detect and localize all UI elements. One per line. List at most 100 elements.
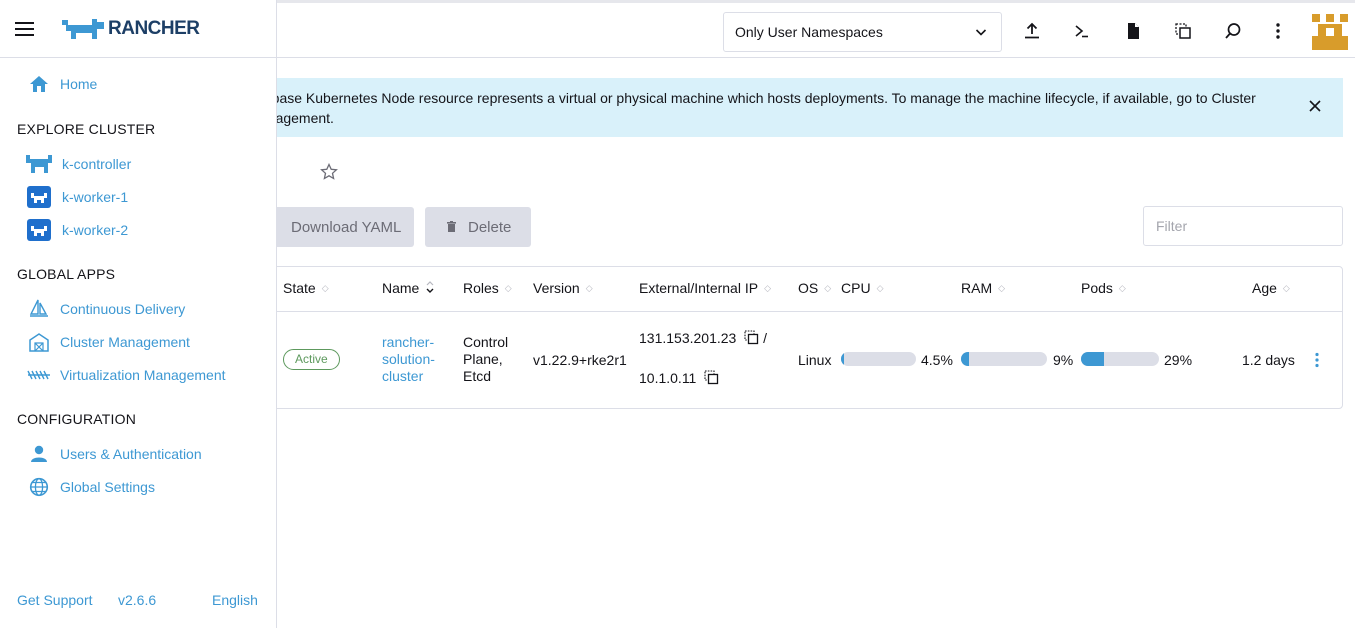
ram-percent: 9% bbox=[1053, 352, 1074, 368]
internal-ip: 10.1.0.11 bbox=[639, 370, 719, 388]
column-header-ram[interactable]: RAM ◇ bbox=[961, 280, 1005, 296]
sort-icon: ◇ bbox=[504, 282, 512, 293]
sort-icon: ◇ bbox=[1118, 282, 1126, 293]
barn-icon bbox=[26, 331, 52, 353]
rancher-cow-icon bbox=[62, 19, 104, 39]
cluster-name: k-controller bbox=[62, 156, 132, 172]
column-header-age[interactable]: Age ◇ bbox=[1252, 280, 1290, 296]
section-configuration: CONFIGURATION bbox=[17, 411, 137, 427]
node-os: Linux bbox=[798, 352, 832, 368]
home-icon bbox=[26, 73, 52, 95]
sort-icon: ◇ bbox=[876, 282, 884, 293]
sort-down-icon bbox=[425, 280, 435, 296]
node-version: v1.22.9+rke2r1 bbox=[533, 352, 627, 368]
column-header-ip[interactable]: External/Internal IP ◇ bbox=[639, 280, 771, 296]
namespace-select[interactable]: Only User Namespaces bbox=[723, 12, 1002, 52]
nav-cluster-management[interactable]: Cluster Management bbox=[26, 331, 190, 353]
chevron-down-icon bbox=[975, 25, 987, 43]
trash-icon bbox=[447, 219, 456, 236]
copy-icon[interactable] bbox=[744, 330, 759, 348]
pods-bar-fill bbox=[1081, 352, 1104, 366]
globe-icon bbox=[26, 476, 52, 498]
file-icon[interactable] bbox=[1122, 20, 1144, 42]
external-ip: 131.153.201.23 / bbox=[639, 330, 767, 348]
cluster-item-k-worker-2[interactable]: k-worker-2 bbox=[26, 219, 128, 241]
column-header-cpu[interactable]: CPU ◇ bbox=[841, 280, 883, 296]
cpu-bar bbox=[841, 352, 916, 366]
user-icon bbox=[26, 443, 52, 465]
nav-home-label: Home bbox=[60, 76, 98, 92]
namespace-select-value: Only User Namespaces bbox=[735, 24, 883, 40]
nodes-table: State ◇ Name Roles ◇ Version ◇ External/Int… bbox=[200, 266, 1343, 409]
pods-bar bbox=[1081, 352, 1159, 366]
cpu-percent: 4.5% bbox=[921, 352, 953, 368]
cluster-name: k-worker-1 bbox=[62, 189, 129, 205]
language-selector[interactable]: English bbox=[212, 592, 258, 608]
sort-icon: ◇ bbox=[1282, 282, 1290, 293]
sort-icon: ◇ bbox=[824, 282, 832, 293]
column-header-version[interactable]: Version ◇ bbox=[533, 280, 593, 296]
nav-label: Cluster Management bbox=[60, 334, 190, 350]
section-global-apps: GLOBAL APPS bbox=[17, 266, 116, 282]
cluster-name: k-worker-2 bbox=[62, 222, 129, 238]
info-banner: e base Kubernetes Node resource represen… bbox=[130, 78, 1343, 137]
external-ip-value: 131.153.201.23 bbox=[639, 330, 737, 346]
nav-label: Continuous Delivery bbox=[60, 301, 186, 317]
favorite-star-icon[interactable] bbox=[320, 162, 338, 186]
local-cluster-cow-icon bbox=[26, 153, 52, 175]
sort-icon: ◇ bbox=[321, 282, 329, 293]
ip-separator: / bbox=[763, 330, 767, 346]
pods-percent: 29% bbox=[1164, 352, 1193, 368]
sailboat-icon bbox=[26, 298, 52, 320]
nav-label: Virtualization Management bbox=[60, 367, 226, 383]
column-header-pods[interactable]: Pods ◇ bbox=[1081, 280, 1126, 296]
sort-icon: ◇ bbox=[585, 282, 593, 293]
get-support-link[interactable]: Get Support bbox=[17, 592, 93, 608]
nav-users-authentication[interactable]: Users & Authentication bbox=[26, 443, 202, 465]
cluster-badge-icon bbox=[26, 186, 52, 208]
column-header-roles[interactable]: Roles ◇ bbox=[463, 280, 512, 296]
brand-name: RANCHER bbox=[108, 18, 200, 39]
cluster-item-k-controller[interactable]: k-controller bbox=[26, 153, 131, 175]
node-age: 1.2 days bbox=[1242, 352, 1295, 368]
delete-button[interactable]: Delete bbox=[425, 207, 531, 247]
column-header-os[interactable]: OS ◇ bbox=[798, 280, 831, 296]
cluster-badge-icon bbox=[26, 219, 52, 241]
version-link[interactable]: v2.6.6 bbox=[118, 592, 156, 608]
status-badge: Active bbox=[283, 349, 340, 370]
sort-icon: ◇ bbox=[998, 282, 1006, 293]
copy-config-icon[interactable] bbox=[1172, 20, 1194, 42]
avatar[interactable] bbox=[1312, 14, 1348, 50]
section-explore-cluster: EXPLORE CLUSTER bbox=[17, 121, 156, 137]
cluster-item-k-worker-1[interactable]: k-worker-1 bbox=[26, 186, 128, 208]
delete-label: Delete bbox=[468, 218, 512, 236]
search-icon[interactable] bbox=[1222, 20, 1244, 42]
nav-virtualization-management[interactable]: Virtualization Management bbox=[26, 364, 226, 386]
row-actions-icon[interactable] bbox=[1314, 352, 1320, 373]
download-yaml-label: Download YAML bbox=[291, 218, 402, 236]
header-divider bbox=[201, 311, 1342, 312]
drawer-header: RANCHER bbox=[0, 0, 276, 58]
sort-icon: ◇ bbox=[764, 282, 771, 293]
side-drawer: RANCHER Home EXPLORE CLUSTER k-controlle… bbox=[0, 0, 277, 628]
more-vert-icon[interactable] bbox=[1267, 20, 1289, 42]
terminal-icon[interactable] bbox=[1071, 20, 1093, 42]
hamburger-menu-icon[interactable] bbox=[15, 22, 35, 41]
rancher-logo[interactable]: RANCHER bbox=[62, 17, 200, 41]
nav-label: Global Settings bbox=[60, 479, 155, 495]
column-header-state[interactable]: State ◇ bbox=[283, 280, 329, 296]
filter-input[interactable] bbox=[1143, 206, 1343, 246]
nav-continuous-delivery[interactable]: Continuous Delivery bbox=[26, 298, 185, 320]
node-roles: Control Plane, Etcd bbox=[463, 334, 509, 384]
node-name-link[interactable]: rancher- solution- cluster bbox=[382, 334, 435, 385]
copy-icon[interactable] bbox=[704, 370, 719, 388]
nav-home[interactable]: Home bbox=[26, 73, 97, 95]
close-icon[interactable] bbox=[1309, 99, 1321, 117]
ram-bar-fill bbox=[961, 352, 969, 366]
nav-label: Users & Authentication bbox=[60, 446, 202, 462]
internal-ip-value: 10.1.0.11 bbox=[639, 370, 697, 386]
upload-icon[interactable] bbox=[1021, 20, 1043, 42]
column-header-name[interactable]: Name bbox=[382, 280, 435, 296]
ram-bar bbox=[961, 352, 1047, 366]
nav-global-settings[interactable]: Global Settings bbox=[26, 476, 155, 498]
